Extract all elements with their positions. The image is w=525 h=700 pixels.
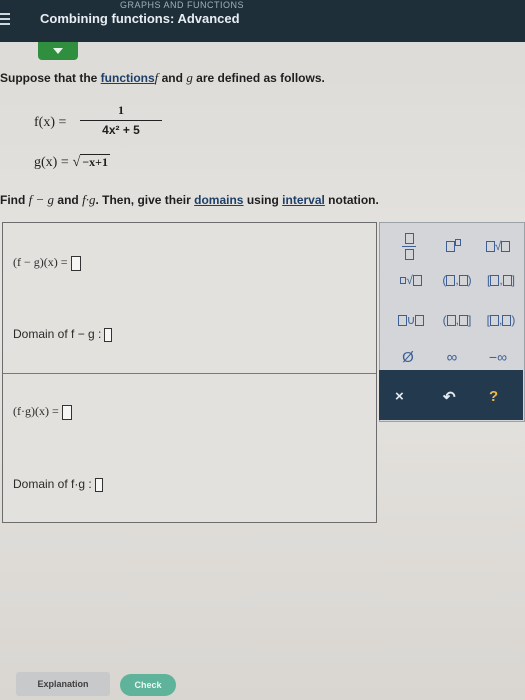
product-row: (f·g)(x) = bbox=[13, 404, 72, 420]
difference-domain-input[interactable] bbox=[104, 327, 113, 342]
collapse-tab[interactable] bbox=[38, 42, 78, 60]
open-interval-button[interactable]: (,) bbox=[434, 267, 480, 293]
clear-button[interactable]: × bbox=[395, 388, 404, 405]
chevron-down-icon bbox=[53, 48, 63, 54]
product-domain-input[interactable] bbox=[94, 477, 103, 492]
problem-intro: Suppose that the functionsf and g are de… bbox=[0, 70, 325, 85]
nth-root-button[interactable]: √ bbox=[388, 267, 434, 293]
answer-area: (f − g)(x) = Domain of f − g : (f·g)(x) … bbox=[2, 222, 377, 523]
difference-domain-row: Domain of f − g : bbox=[13, 327, 113, 342]
fraction-bar bbox=[80, 120, 162, 121]
difference-row: (f − g)(x) = bbox=[13, 255, 81, 271]
f-fraction: 1 4x² + 5 bbox=[80, 103, 162, 137]
infinity-button[interactable]: ∞ bbox=[432, 347, 472, 367]
page-title: Combining functions: Advanced bbox=[40, 11, 240, 26]
undo-icon[interactable]: ↶ bbox=[443, 388, 456, 406]
palette-actions: × ↶ ? bbox=[379, 370, 523, 420]
explanation-button[interactable]: Explanation bbox=[16, 672, 110, 696]
product-domain-row: Domain of f·g : bbox=[13, 477, 103, 492]
exponent-button[interactable] bbox=[438, 231, 468, 261]
radical-icon: √ bbox=[72, 155, 81, 170]
menu-icon[interactable] bbox=[0, 10, 14, 30]
sqrt-button[interactable]: √ bbox=[476, 231, 520, 261]
help-button[interactable]: ? bbox=[489, 388, 498, 405]
union-button[interactable]: ∪ bbox=[388, 307, 434, 333]
problem-instruction: Find f − g and f·g. Then, give their dom… bbox=[0, 192, 379, 207]
interval-link[interactable]: interval bbox=[282, 193, 325, 207]
topic-subtitle: GRAPHS AND FUNCTIONS bbox=[120, 0, 245, 10]
g-definition: g(x) = √ −x+1 bbox=[34, 154, 110, 170]
top-bar: GRAPHS AND FUNCTIONS Combining functions… bbox=[0, 0, 525, 42]
closed-interval-button[interactable]: [,] bbox=[478, 267, 524, 293]
half-closed-interval-button[interactable]: [,) bbox=[478, 307, 524, 333]
fraction-button[interactable] bbox=[394, 231, 424, 261]
domains-link[interactable]: domains bbox=[194, 193, 243, 207]
half-open-interval-button[interactable]: (,] bbox=[434, 307, 480, 333]
check-button[interactable]: Check bbox=[120, 674, 176, 696]
answer-divider bbox=[3, 373, 376, 374]
product-input[interactable] bbox=[61, 404, 72, 420]
empty-set-button[interactable]: Ø bbox=[388, 347, 428, 367]
functions-link[interactable]: functions bbox=[101, 71, 155, 85]
difference-input[interactable] bbox=[70, 255, 81, 271]
neg-infinity-button[interactable]: −∞ bbox=[476, 347, 520, 367]
